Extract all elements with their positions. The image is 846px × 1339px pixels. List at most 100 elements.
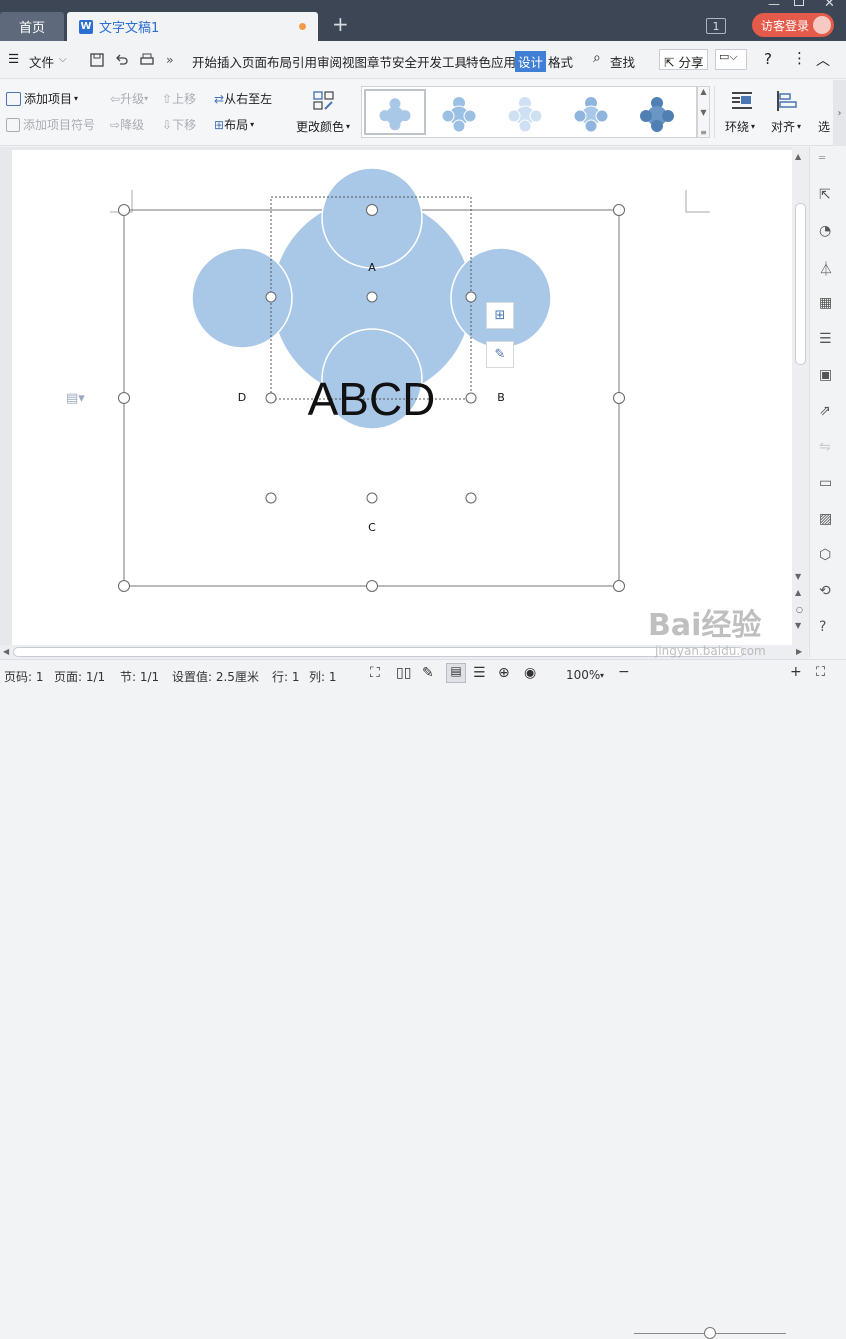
menu-review[interactable]: 审阅 — [317, 52, 342, 71]
style-option-4[interactable] — [560, 89, 622, 135]
minimize-icon[interactable]: — — [768, 0, 780, 11]
status-section[interactable]: 节: 1/1 — [120, 668, 159, 685]
circle-b-label[interactable]: B — [491, 391, 511, 404]
window-count-badge[interactable]: 1 — [706, 18, 726, 34]
zoom-in-icon[interactable]: + — [790, 664, 802, 680]
fit-window-icon[interactable]: ⛶ — [816, 665, 825, 680]
search-icon[interactable]: ⌕ — [593, 50, 601, 66]
gallery-more-icon[interactable]: ≡ — [700, 128, 707, 137]
gallery-up-icon[interactable]: ▲ — [700, 87, 706, 96]
menu-references[interactable]: 引用 — [292, 52, 317, 71]
zoom-level[interactable]: 100% — [566, 668, 600, 682]
menu-format[interactable]: 格式 — [548, 52, 573, 71]
outline-view-icon[interactable]: ☰ — [473, 665, 486, 681]
more-icon[interactable]: ⋮ — [792, 49, 807, 67]
zoom-slider-thumb[interactable] — [704, 1327, 716, 1339]
menu-view[interactable]: 视图 — [342, 52, 367, 71]
status-column[interactable]: 列: 1 — [309, 668, 337, 685]
maximize-icon[interactable] — [794, 0, 804, 6]
menu-page-layout[interactable]: 页面布局 — [242, 52, 292, 71]
menu-insert[interactable]: 插入 — [217, 52, 242, 71]
scroll-right-icon[interactable]: ▶ — [796, 647, 802, 656]
status-pages[interactable]: 页面: 1/1 — [54, 668, 105, 685]
style-option-3[interactable] — [494, 89, 556, 135]
menu-file[interactable]: 文件 — [29, 52, 54, 71]
undo-icon[interactable] — [114, 52, 130, 68]
prev-page-icon[interactable]: ▲ — [795, 588, 801, 597]
select-cursor-icon[interactable]: ⇱ — [819, 187, 837, 205]
properties-icon[interactable]: ☰ — [819, 331, 837, 349]
translate-icon[interactable]: ⇋ — [819, 439, 837, 457]
share-button[interactable]: ⇱ 分享 — [659, 49, 709, 70]
collab-button[interactable]: ▭⌵ — [715, 49, 747, 70]
edit-pen-icon[interactable]: ✎ — [422, 665, 434, 681]
demote-button[interactable]: ⇨ 降级 — [110, 116, 144, 133]
eye-protect-icon[interactable]: ◉ — [524, 665, 536, 681]
panel-drag-handle-icon[interactable]: ═ — [819, 153, 837, 171]
scroll-left-icon[interactable]: ◀ — [3, 647, 9, 656]
help-icon[interactable]: ? — [764, 50, 772, 68]
next-page-icon[interactable]: ▼ — [795, 621, 801, 630]
share-out-icon[interactable]: ⇗ — [819, 403, 837, 421]
archive-icon[interactable]: ▭ — [819, 475, 837, 493]
style-option-2[interactable] — [428, 89, 490, 135]
circle-b-shape[interactable] — [450, 247, 552, 349]
menu-special-apps[interactable]: 特色应用 — [466, 52, 516, 71]
fullscreen-icon[interactable]: ⛶ — [370, 665, 380, 681]
status-row[interactable]: 行: 1 — [272, 668, 300, 685]
move-down-button[interactable]: ⇩ 下移 — [162, 116, 196, 133]
circle-d-shape[interactable] — [191, 247, 293, 349]
page-view-icon[interactable]: ▤ — [446, 663, 466, 683]
menu-design[interactable]: 设计 — [515, 51, 547, 72]
print-icon[interactable] — [139, 52, 155, 68]
style-icon[interactable]: ⏃ — [819, 259, 837, 278]
ribbon-scroll-right-icon[interactable]: › — [833, 80, 846, 146]
close-icon[interactable]: ✕ — [824, 0, 835, 11]
gallery-scroller[interactable]: ▲ ▼ ≡ — [697, 86, 710, 138]
history-icon[interactable]: ⟲ — [819, 583, 837, 601]
align-button[interactable]: 对齐 ▾ — [771, 118, 801, 135]
zoom-dropdown-icon[interactable]: ▾ — [600, 671, 604, 680]
browse-object-icon[interactable]: ○ — [796, 605, 803, 614]
collapse-ribbon-icon[interactable]: ︿ — [816, 50, 830, 70]
style-option-5[interactable] — [626, 89, 688, 135]
image-icon[interactable]: ▨ — [819, 511, 837, 529]
gallery-down-icon[interactable]: ▼ — [700, 108, 706, 117]
style-option-1[interactable] — [364, 89, 426, 135]
circle-a-shape[interactable] — [321, 167, 423, 269]
select-button[interactable]: 选 — [818, 118, 830, 135]
tab-document[interactable]: W 文字文稿1 — [67, 12, 318, 41]
save-icon[interactable] — [89, 52, 105, 68]
shield-icon[interactable]: ⬡ — [819, 547, 837, 565]
center-circle-label[interactable]: ABCD — [300, 372, 443, 426]
wrap-button[interactable]: 环绕 ▾ — [725, 118, 755, 135]
help-circle-icon[interactable]: ? — [819, 619, 837, 637]
web-view-icon[interactable]: ⊕ — [498, 665, 510, 681]
horizontal-scroll-thumb[interactable] — [13, 647, 744, 657]
chevron-down-icon[interactable]: ⌵ — [59, 54, 67, 65]
menu-find[interactable]: 查找 — [610, 52, 635, 71]
visitor-login-button[interactable]: 访客登录 — [752, 13, 834, 37]
change-color-button[interactable]: 更改颜色 ▾ — [296, 118, 350, 135]
right-to-left-button[interactable]: ⇄ 从右至左 — [214, 90, 272, 107]
scroll-down-icon[interactable]: ▼ — [795, 572, 801, 581]
paragraph-marker-icon[interactable]: ▤▾ — [66, 391, 85, 406]
scroll-up-icon[interactable]: ▲ — [795, 152, 801, 161]
add-item-button[interactable]: 添加项目 ▾ — [6, 90, 78, 107]
circle-d-label[interactable]: D — [232, 391, 252, 404]
circle-a-label[interactable]: A — [362, 261, 382, 274]
vertical-scrollbar[interactable]: ▲ ▼ ▲ ○ ▼ — [792, 147, 809, 645]
add-bullet-button[interactable]: 添加项目符号 — [6, 116, 95, 133]
tab-home[interactable]: 首页 — [0, 12, 64, 41]
circle-c-label[interactable]: C — [362, 521, 382, 534]
zoom-out-icon[interactable]: − — [618, 664, 630, 680]
status-setting[interactable]: 设置值: 2.5厘米 — [172, 668, 259, 685]
brush-style-quick-icon[interactable]: ✎ — [486, 341, 514, 368]
menu-start[interactable]: 开始 — [192, 52, 217, 71]
menu-chapter[interactable]: 章节 — [367, 52, 392, 71]
move-up-button[interactable]: ⇧ 上移 — [162, 90, 196, 107]
hamburger-icon[interactable]: ☰ — [8, 51, 19, 66]
read-mode-icon[interactable]: ▯▯ — [396, 665, 411, 681]
menu-dev-tools[interactable]: 开发工具 — [417, 52, 467, 71]
promote-button[interactable]: ⇦ 升级 ▾ — [110, 90, 148, 107]
